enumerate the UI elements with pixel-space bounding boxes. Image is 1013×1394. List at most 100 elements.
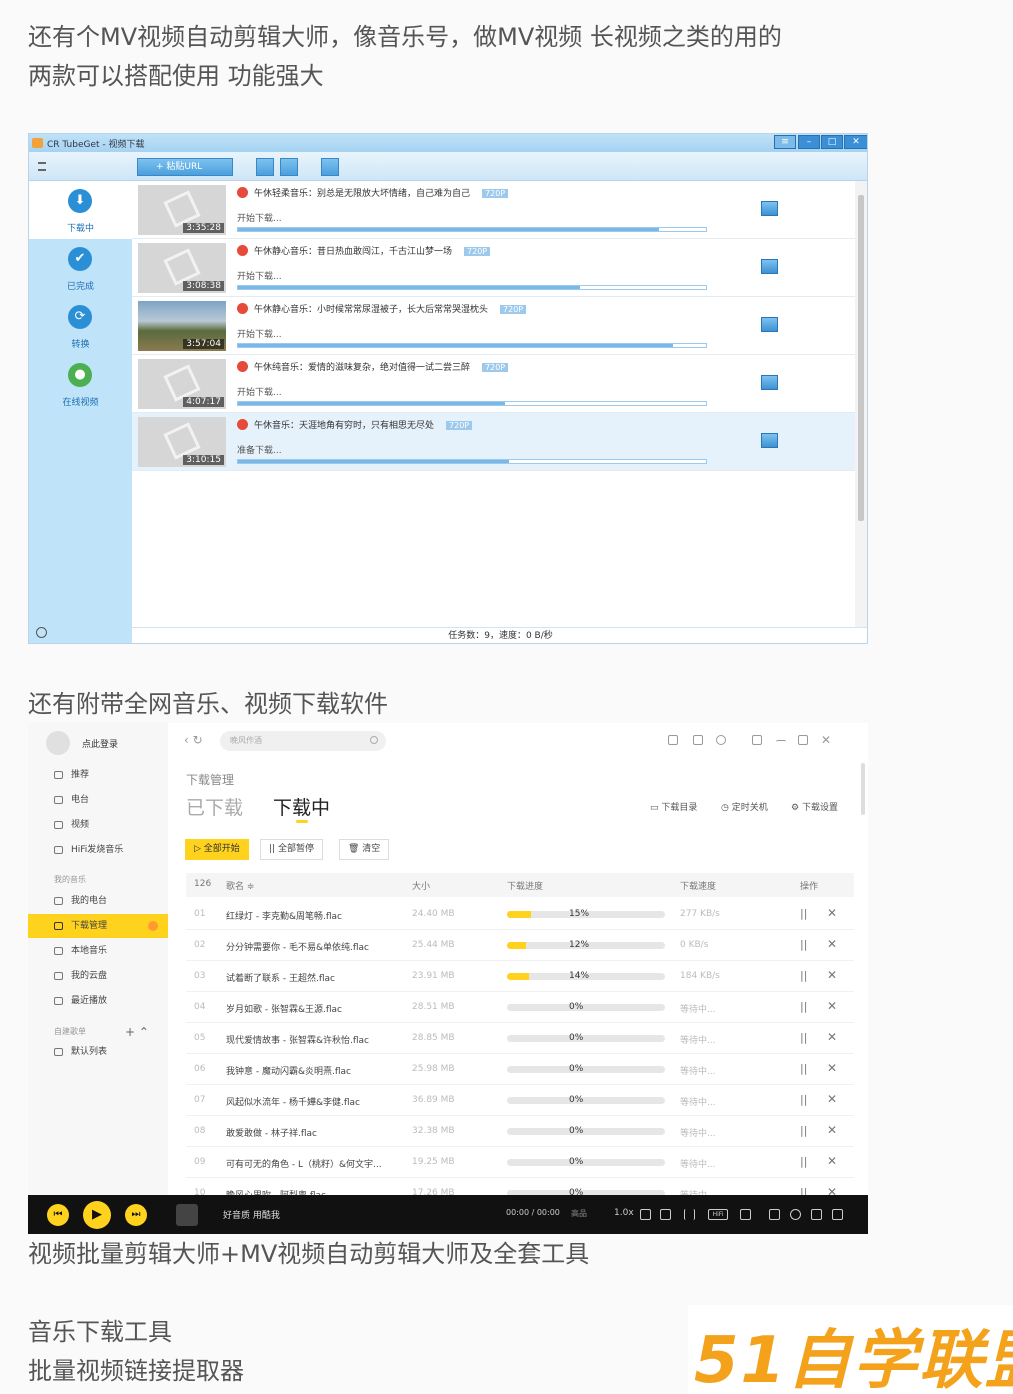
delete-icon[interactable]: ✕: [827, 1123, 837, 1137]
tab-downloading[interactable]: 下载中: [273, 793, 330, 820]
table-row[interactable]: 01 红绿灯 - 李克勤&周笔畅.flac 24.40 MB 15% 277 KB/s |…: [186, 899, 854, 930]
loop-icon[interactable]: [640, 1209, 651, 1220]
close-icon[interactable]: ✕: [821, 734, 831, 746]
avatar[interactable]: [46, 731, 70, 755]
sidebar-item[interactable]: 下载管理: [28, 914, 168, 938]
pause-icon[interactable]: ||: [800, 1124, 807, 1137]
table-row[interactable]: 06 我钟意 - 魔动闪霸&炎明熹.flac 25.98 MB 0% 等待中... || ✕: [186, 1054, 854, 1085]
sidebar-item[interactable]: 最近播放: [28, 989, 168, 1013]
scrollbar-thumb[interactable]: [858, 195, 864, 521]
comment-icon[interactable]: [740, 1209, 751, 1220]
add-playlist-icon[interactable]: + ⌃: [125, 1025, 149, 1039]
settings-icon[interactable]: [716, 735, 726, 745]
download-dir-link[interactable]: ▭ 下载目录: [650, 800, 697, 813]
maximize-icon[interactable]: [798, 735, 808, 745]
delete-icon[interactable]: ✕: [827, 1092, 837, 1106]
pause-icon[interactable]: ||: [800, 1062, 807, 1075]
pause-icon[interactable]: [761, 259, 778, 274]
pause-icon[interactable]: [761, 201, 778, 216]
pause-icon[interactable]: ||: [800, 1093, 807, 1106]
table-row[interactable]: 08 敢爱敢做 - 林子祥.flac 32.38 MB 0% 等待中... || ✕: [186, 1116, 854, 1147]
sidebar-item[interactable]: 推荐: [28, 763, 168, 787]
scrollbar[interactable]: [861, 763, 865, 815]
hifi-icon[interactable]: HiFi: [708, 1209, 728, 1220]
tab-downloaded[interactable]: 已下载: [186, 793, 243, 820]
table-row[interactable]: 03 试着断了联系 - 王超然.flac 23.91 MB 14% 184 KB/s ||…: [186, 961, 854, 992]
delete-icon[interactable]: ✕: [827, 999, 837, 1013]
message-icon[interactable]: [693, 735, 703, 745]
menu-icon[interactable]: ≡: [774, 135, 796, 149]
table-row[interactable]: 04 岁月如歌 - 张智霖&王源.flac 28.51 MB 0% 等待中... || ✕: [186, 992, 854, 1023]
skin-icon[interactable]: [668, 735, 678, 745]
like-icon[interactable]: [790, 1209, 801, 1220]
quality-selector[interactable]: 高品: [571, 1208, 587, 1219]
clear-button[interactable]: 🗑 清空: [339, 839, 390, 860]
download-row[interactable]: 3:08:38 午休静心音乐：昔日热血敢闯江，千古江山梦一场 720P 开始下载...: [132, 239, 857, 297]
download-icon[interactable]: [811, 1209, 822, 1220]
pause-icon[interactable]: ||: [800, 938, 807, 951]
sidebar-item[interactable]: 我的云盘: [28, 964, 168, 988]
lyrics-icon[interactable]: [769, 1209, 780, 1220]
start-all-icon[interactable]: [256, 158, 274, 176]
maximize-button[interactable]: □: [821, 135, 843, 149]
pause-icon[interactable]: ||: [800, 969, 807, 982]
delete-icon[interactable]: ✕: [827, 937, 837, 951]
list-menu-icon[interactable]: [38, 162, 46, 171]
pause-all-button[interactable]: || 全部暂停: [260, 839, 323, 860]
timer-shutdown-link[interactable]: ◷ 定时关机: [721, 800, 768, 813]
table-row[interactable]: 09 可有可无的角色 - L（桃籽）&何文宇... 19.25 MB 0% 等待中...…: [186, 1147, 854, 1178]
pause-icon[interactable]: [761, 317, 778, 332]
nav-online-video[interactable]: ● 在线视频: [29, 355, 132, 413]
sidebar-item[interactable]: 默认列表: [28, 1040, 168, 1064]
next-icon[interactable]: ⏭: [125, 1204, 147, 1226]
sidebar-item[interactable]: HiFi发烧音乐: [28, 838, 168, 862]
download-settings-link[interactable]: ⚙ 下载设置: [791, 800, 838, 813]
delete-icon[interactable]: ✕: [827, 1061, 837, 1075]
table-row[interactable]: 02 分分钟需要你 - 毛不易&单依纯.flac 25.44 MB 12% 0 KB/s…: [186, 930, 854, 961]
paste-url-button[interactable]: + 粘贴URL: [137, 158, 233, 176]
pause-icon[interactable]: ||: [800, 1000, 807, 1013]
minimize-icon[interactable]: [776, 740, 786, 750]
nav-convert[interactable]: ⟳ 转换: [29, 297, 132, 355]
download-row[interactable]: 3:57:04 午休静心音乐：小时候常常尿湿被子，长大后常常哭湿枕头 720P 开始下…: [132, 297, 857, 355]
play-icon[interactable]: ▶: [83, 1201, 111, 1229]
back-forward-icon[interactable]: ‹ ↻: [184, 733, 203, 747]
playlist-icon[interactable]: [832, 1209, 843, 1220]
playback-rate[interactable]: 1.0x: [614, 1208, 634, 1218]
download-row[interactable]: 4:07:17 午休纯音乐：爱情的滋味复杂，绝对值得一试二尝三醉 720P 开始下载.…: [132, 355, 857, 413]
close-button[interactable]: ✕: [844, 135, 867, 149]
sidebar-item[interactable]: 视频: [28, 813, 168, 837]
header-name[interactable]: 歌名 ≑: [226, 879, 254, 892]
previous-icon[interactable]: ⏮: [47, 1204, 69, 1226]
minimize-button[interactable]: –: [798, 135, 820, 149]
equalizer-icon[interactable]: [684, 1209, 695, 1220]
nav-completed[interactable]: ✔ 已完成: [29, 239, 132, 297]
download-row[interactable]: 3:10:15 午休音乐：天涯地角有穷时，只有相思无尽处 720P 准备下载...: [132, 413, 857, 471]
table-row[interactable]: 05 现代爱情故事 - 张智霖&许秋怡.flac 28.85 MB 0% 等待中... |…: [186, 1023, 854, 1054]
volume-icon[interactable]: [660, 1209, 671, 1220]
scrollbar[interactable]: [855, 181, 867, 627]
table-row[interactable]: 07 风起似水流年 - 杨千嬅&李健.flac 36.89 MB 0% 等待中... ||…: [186, 1085, 854, 1116]
album-cover[interactable]: [176, 1204, 198, 1226]
download-row[interactable]: 3:35:28 午休轻柔音乐：别总是无限放大坏情绪，自己难为自己 720P 开始下载.…: [132, 181, 857, 239]
sidebar-item[interactable]: 电台: [28, 788, 168, 812]
delete-icon[interactable]: ✕: [827, 1154, 837, 1168]
login-link[interactable]: 点此登录: [82, 737, 118, 750]
sidebar-item[interactable]: 本地音乐: [28, 939, 168, 963]
clock-icon[interactable]: [36, 627, 47, 638]
pause-icon[interactable]: ||: [800, 1155, 807, 1168]
start-all-button[interactable]: ▷ 全部开始: [185, 839, 249, 860]
delete-icon[interactable]: ✕: [827, 906, 837, 920]
pause-icon[interactable]: ||: [800, 1031, 807, 1044]
search-icon[interactable]: [370, 736, 378, 744]
nav-downloading[interactable]: ⬇ 下载中: [29, 181, 132, 239]
sidebar-item[interactable]: 我的电台: [28, 889, 168, 913]
pause-icon[interactable]: [761, 433, 778, 448]
pause-icon[interactable]: [761, 375, 778, 390]
pause-icon[interactable]: ||: [800, 907, 807, 920]
mini-mode-icon[interactable]: [752, 735, 762, 745]
search-input[interactable]: 晚风作酒: [220, 731, 386, 751]
delete-icon[interactable]: ✕: [827, 1030, 837, 1044]
settings-icon[interactable]: [321, 158, 339, 176]
pause-all-icon[interactable]: [280, 158, 298, 176]
